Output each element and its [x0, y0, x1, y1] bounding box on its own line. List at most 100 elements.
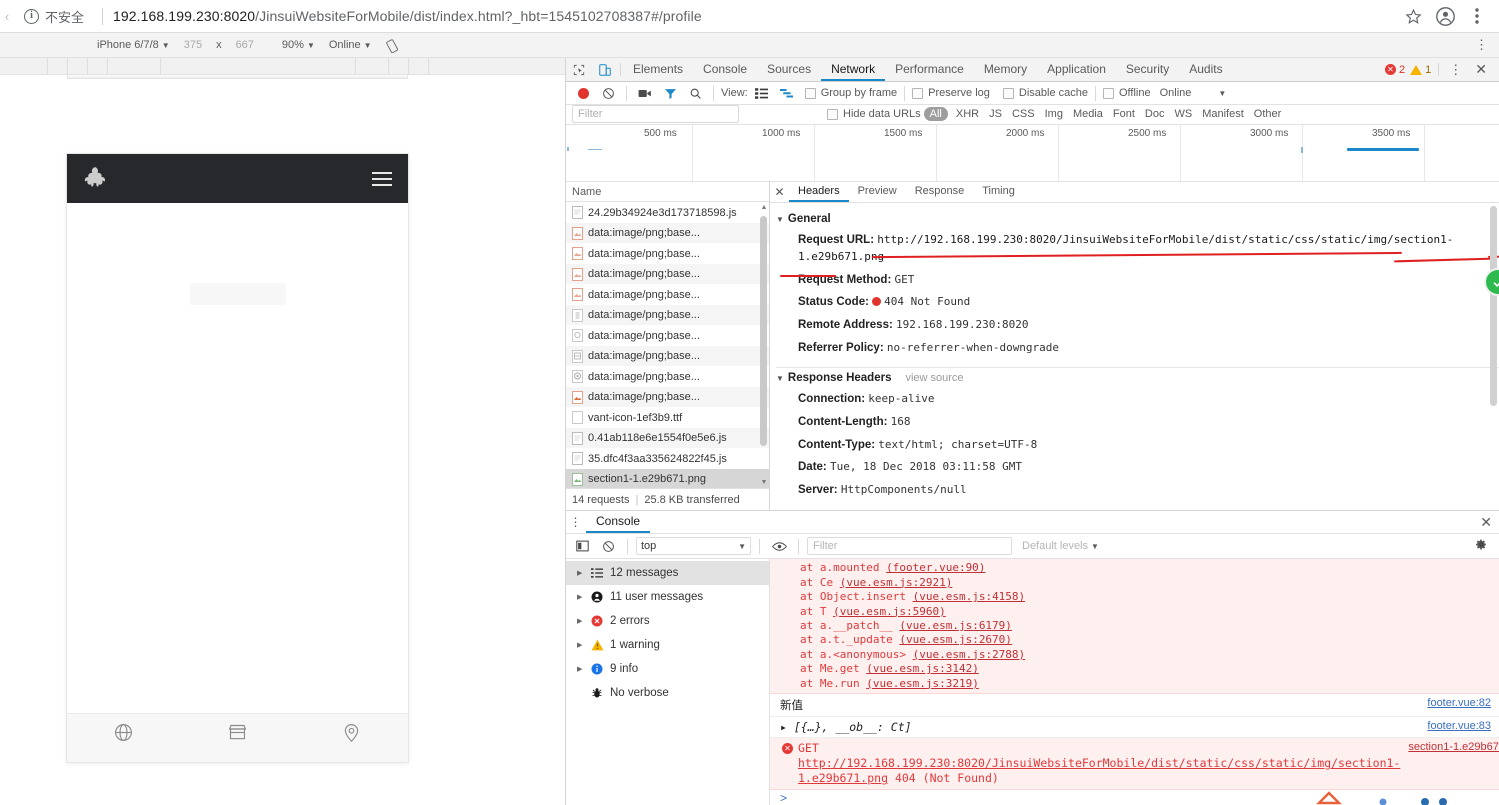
response-headers-section-title[interactable]: ▼ Response Headers view source — [776, 372, 1499, 384]
tab-performance[interactable]: Performance — [885, 58, 974, 81]
filter-type-js[interactable]: JS — [984, 108, 1007, 120]
detail-tab-headers[interactable]: Headers — [789, 182, 849, 203]
devtools-close-icon[interactable]: ✕ — [1471, 61, 1491, 78]
filter-type-img[interactable]: Img — [1040, 108, 1068, 120]
filter-type-all[interactable]: All — [923, 107, 948, 122]
filter-type-ws[interactable]: WS — [1169, 108, 1197, 120]
tab-network[interactable]: Network — [821, 58, 886, 81]
filter-type-doc[interactable]: Doc — [1140, 108, 1170, 120]
filter-type-other[interactable]: Other — [1249, 108, 1287, 120]
record-button-icon[interactable] — [572, 82, 594, 104]
clear-button-icon[interactable] — [597, 82, 619, 104]
request-list-header[interactable]: Name — [566, 182, 769, 203]
device-height-input[interactable]: 667 — [229, 39, 261, 51]
device-width-input[interactable]: 375 — [177, 39, 209, 51]
network-filter-input[interactable]: Filter — [572, 105, 739, 124]
devtools-more-icon[interactable]: ⋮ — [1446, 62, 1466, 78]
request-rows[interactable]: 24.29b34924e3d173718598.js data:image/pn… — [566, 202, 769, 489]
address-bar-url[interactable]: 192.168.199.230:8020/JinsuiWebsiteForMob… — [113, 8, 702, 24]
table-row[interactable]: data:image/png;base... — [566, 345, 769, 367]
bookmark-star-icon[interactable] — [1399, 2, 1427, 30]
tab-security[interactable]: Security — [1116, 58, 1179, 81]
source-link[interactable]: (vue.esm.js:4158) — [913, 590, 1026, 603]
filter-type-manifest[interactable]: Manifest — [1197, 108, 1249, 120]
tab-console[interactable]: Console — [693, 58, 757, 81]
nav-back-icon[interactable]: ‹ — [0, 9, 14, 24]
mobile-tab-store[interactable] — [181, 722, 295, 747]
table-row[interactable]: data:image/png;base... — [566, 284, 769, 305]
request-list-scrollbar[interactable]: ▲ ▼ — [759, 204, 768, 486]
console-sidebar-icon[interactable] — [571, 535, 593, 557]
table-row[interactable]: 35.dfc4f3aa335624822f45.js — [566, 448, 769, 469]
table-row[interactable]: data:image/png;base... — [566, 222, 769, 244]
table-row[interactable]: data:image/png;base... — [566, 263, 769, 285]
console-log-row[interactable]: ▸ [{…}, __ob__: Ct] footer.vue:83 — [770, 717, 1499, 738]
zoom-select[interactable]: 90% ▼ — [275, 39, 322, 51]
group-by-frame-checkbox[interactable]: Group by frame — [804, 87, 897, 99]
viewport-resize-handle[interactable] — [67, 75, 408, 79]
request-url[interactable]: http://192.168.199.230:8020/JinsuiWebsit… — [798, 756, 1400, 785]
console-filter-input[interactable]: Filter — [807, 537, 1012, 556]
table-row[interactable]: data:image/png;base... — [566, 366, 769, 387]
tab-application[interactable]: Application — [1037, 58, 1116, 81]
mobile-tab-globe[interactable] — [67, 722, 181, 747]
scroll-down-arrow[interactable]: ▼ — [760, 479, 768, 486]
list-view-icon[interactable] — [751, 82, 773, 104]
table-row[interactable]: section1-1.e29b671.png — [566, 468, 769, 489]
message-group-user[interactable]: ▶ 11 user messages — [566, 585, 769, 609]
twisty-icon[interactable]: ▶ — [577, 593, 584, 601]
console-log-row[interactable]: 新值 footer.vue:82 — [770, 694, 1499, 717]
filter-type-media[interactable]: Media — [1068, 108, 1108, 120]
emulated-page-viewport[interactable] — [67, 154, 408, 762]
preserve-log-checkbox[interactable]: Preserve log — [912, 87, 990, 99]
source-link[interactable]: (vue.esm.js:3219) — [866, 677, 979, 690]
tab-sources[interactable]: Sources — [757, 58, 821, 81]
message-group-errors[interactable]: ▶ 2 errors — [566, 609, 769, 633]
source-link[interactable]: (vue.esm.js:2921) — [840, 576, 953, 589]
detail-tab-preview[interactable]: Preview — [849, 182, 906, 202]
drawer-menu-icon[interactable]: ⋮ — [566, 511, 586, 533]
funnel-icon[interactable] — [659, 82, 681, 104]
filter-type-css[interactable]: CSS — [1007, 108, 1040, 120]
mobile-tab-location[interactable] — [294, 722, 408, 747]
close-detail-icon[interactable]: ✕ — [770, 182, 789, 202]
console-levels-select[interactable]: Default levels ▼ — [1016, 540, 1099, 552]
jinsui-logo-icon[interactable] — [83, 166, 106, 191]
inspect-element-icon[interactable] — [566, 58, 592, 81]
drawer-tab-console[interactable]: Console — [586, 511, 651, 534]
message-group-all[interactable]: ▶ 12 messages — [566, 561, 769, 586]
tab-memory[interactable]: Memory — [974, 58, 1037, 81]
search-icon[interactable] — [684, 82, 706, 104]
browser-menu-icon[interactable] — [1463, 2, 1491, 30]
table-row[interactable]: 0.41ab118e6e1554f0e5e6.js — [566, 427, 769, 449]
account-avatar-icon[interactable] — [1431, 2, 1459, 30]
site-security-chip[interactable]: i 不安全 — [18, 4, 92, 29]
twisty-icon[interactable]: ▶ — [577, 569, 584, 577]
table-row[interactable]: data:image/png;base... — [566, 325, 769, 346]
console-log-area[interactable]: at a.mounted (footer.vue:90) at Ce (vue.… — [770, 559, 1499, 805]
warning-count-badge[interactable]: 1 — [1410, 64, 1431, 76]
tab-audits[interactable]: Audits — [1179, 58, 1232, 81]
message-group-warnings[interactable]: ▶ 1 warning — [566, 633, 769, 657]
console-error-row[interactable]: ✕ GET http://192.168.199.230:8020/Jinsui… — [770, 738, 1499, 790]
hide-data-urls-checkbox[interactable]: Hide data URLs — [827, 108, 921, 120]
toggle-device-toolbar-icon[interactable] — [592, 58, 618, 81]
drawer-close-icon[interactable]: ✕ — [1473, 511, 1499, 533]
tab-elements[interactable]: Elements — [623, 58, 693, 81]
source-link[interactable]: footer.vue:83 — [1427, 720, 1491, 732]
general-section-title[interactable]: ▼ General — [776, 213, 1499, 225]
network-throttle-select[interactable]: Online ▼ — [1160, 87, 1227, 99]
source-link[interactable]: (vue.esm.js:2670) — [899, 633, 1012, 646]
table-row[interactable]: vant-icon-1ef3b9.ttf — [566, 407, 769, 428]
source-link[interactable]: footer.vue:82 — [1427, 697, 1491, 709]
device-more-icon[interactable]: ⋮ — [1475, 37, 1489, 53]
source-link[interactable]: (vue.esm.js:2788) — [913, 648, 1026, 661]
detail-tab-timing[interactable]: Timing — [973, 182, 1024, 202]
offline-checkbox[interactable]: Offline — [1102, 87, 1151, 99]
detail-tab-response[interactable]: Response — [906, 182, 974, 202]
twisty-icon[interactable]: ▶ — [577, 665, 584, 673]
view-source-link[interactable]: view source — [905, 372, 963, 384]
source-link[interactable]: (vue.esm.js:5960) — [833, 605, 946, 618]
scroll-up-arrow[interactable]: ▲ — [760, 204, 768, 211]
error-count-badge[interactable]: ✕ 2 — [1385, 64, 1405, 76]
